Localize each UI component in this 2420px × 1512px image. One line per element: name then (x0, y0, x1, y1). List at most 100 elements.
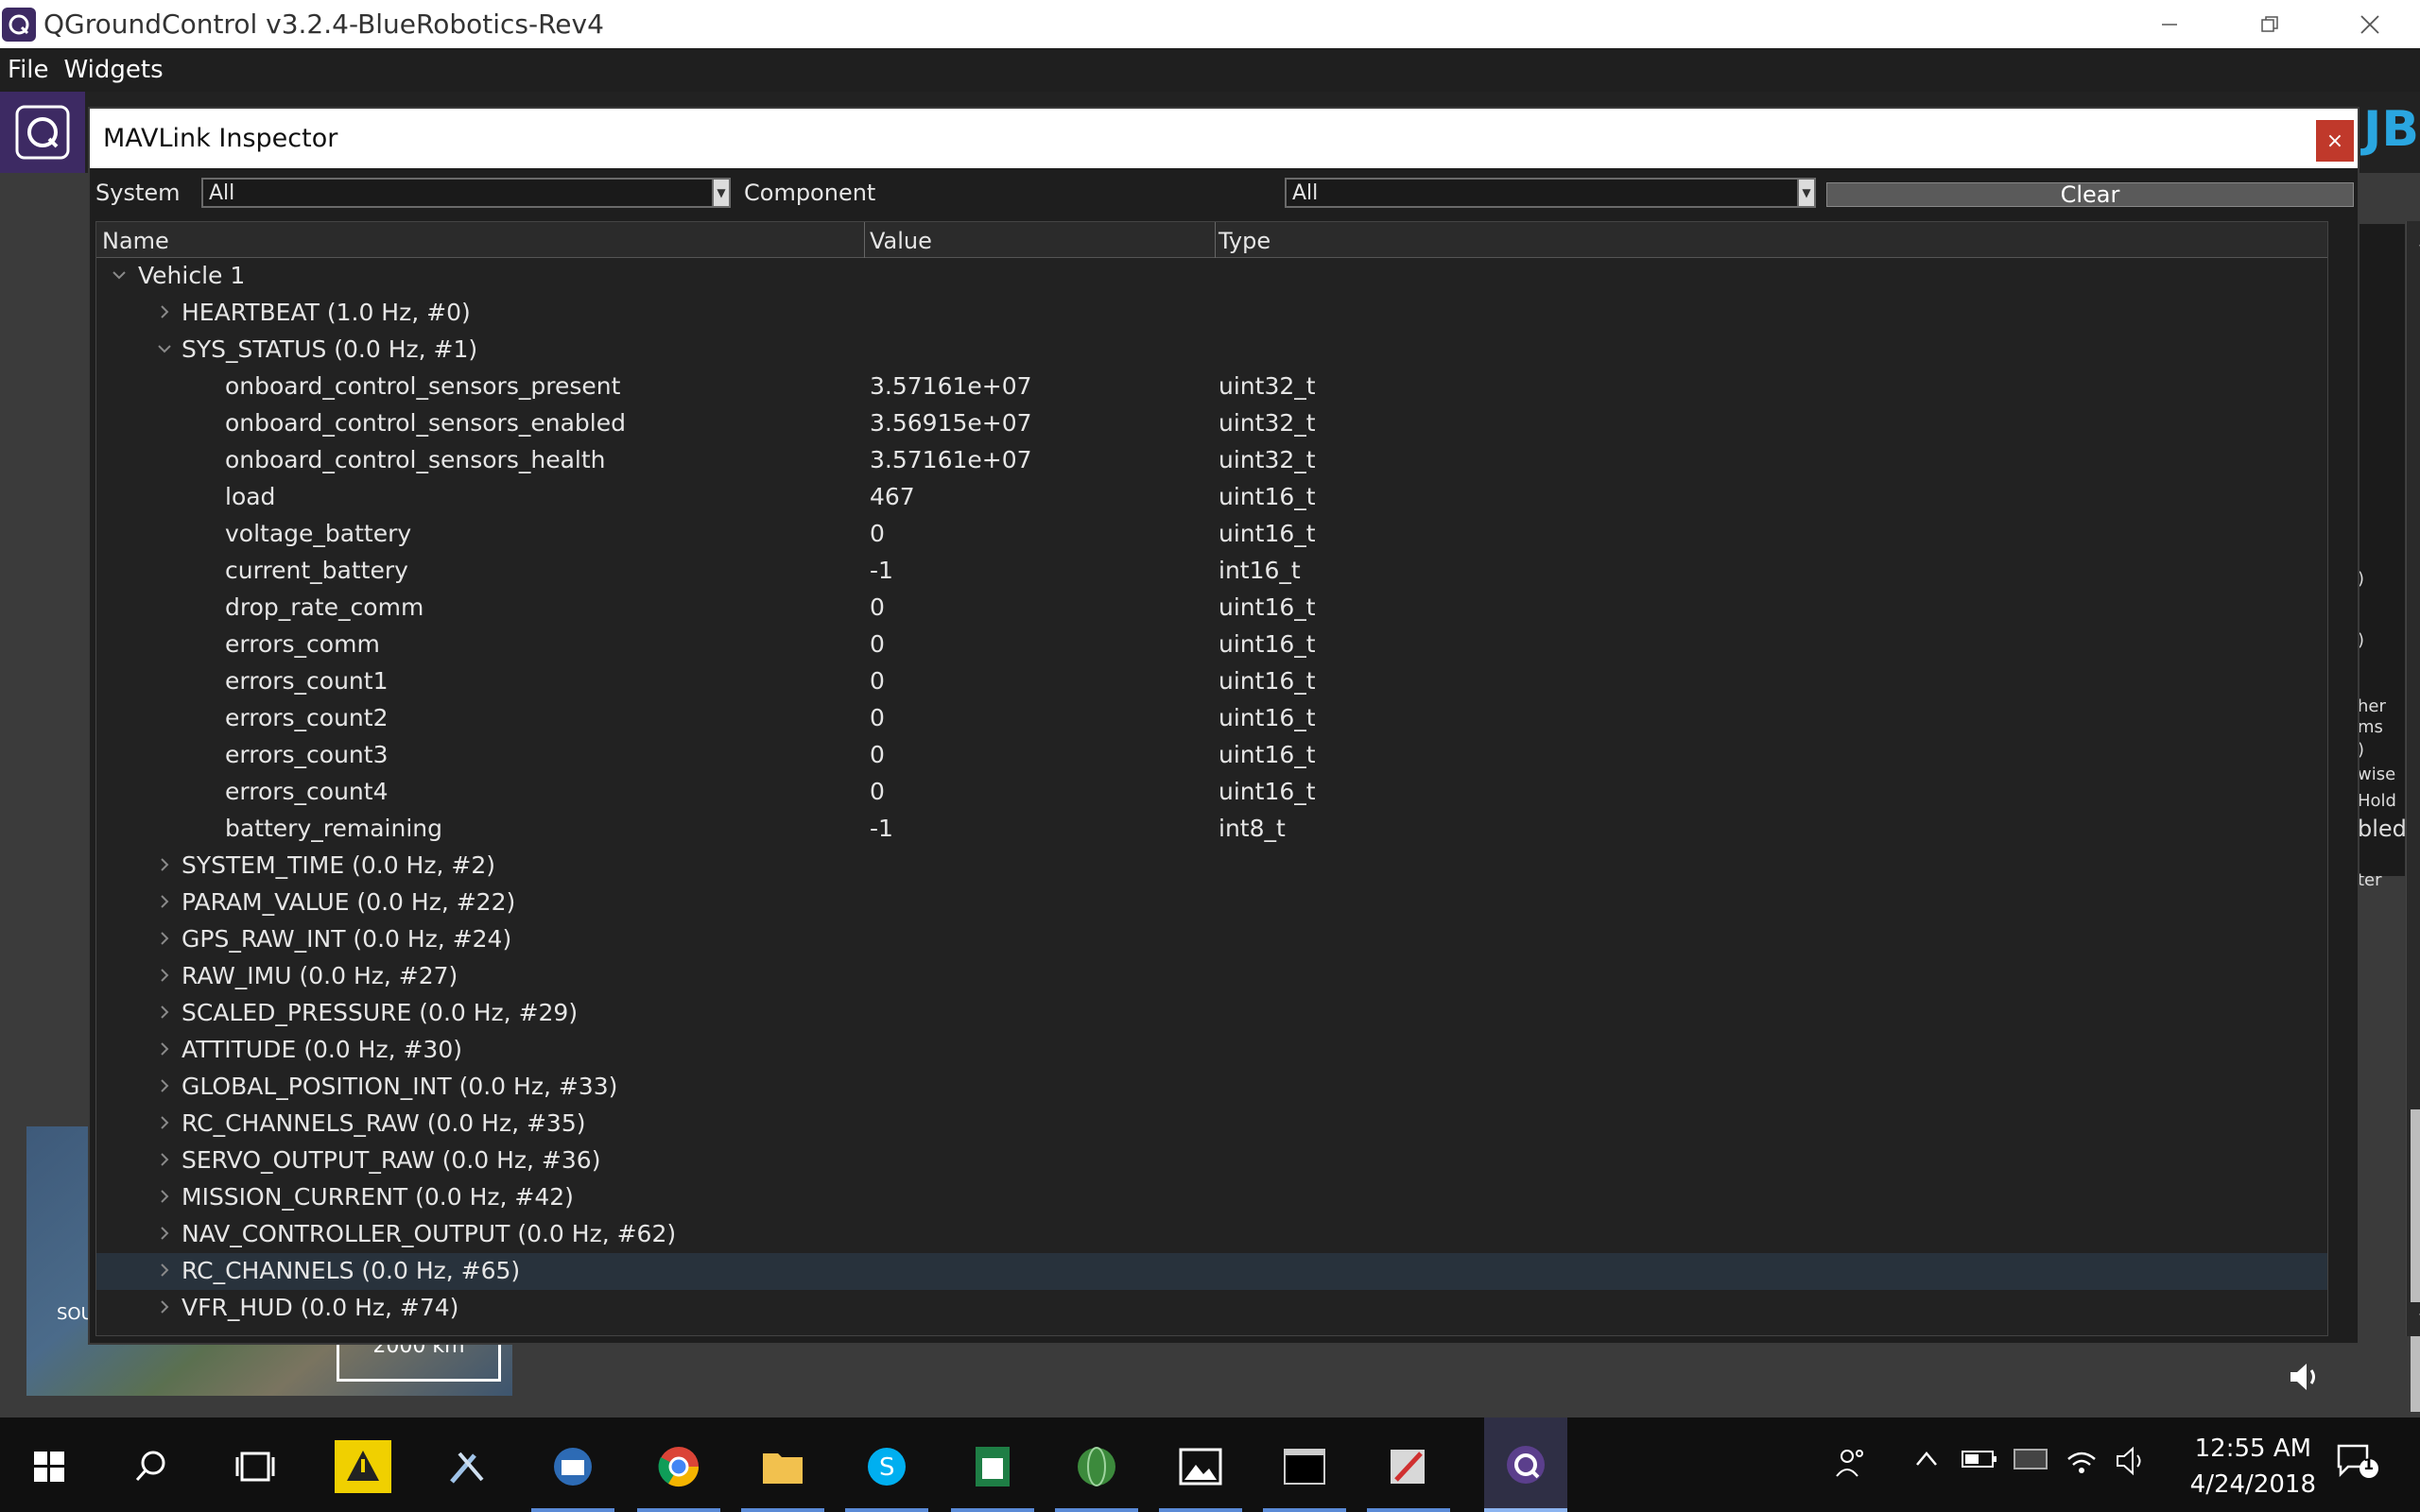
chevron-right-icon[interactable] (153, 1185, 176, 1208)
minimize-button[interactable] (2119, 0, 2220, 48)
tree-row-field[interactable]: errors_count1 0 uint16_t (96, 663, 2327, 700)
tree-node-message[interactable]: SCALED_PRESSURE (0.0 Hz, #29) (96, 995, 2327, 1032)
taskbar-clock[interactable]: 12:55 AM 4/24/2018 (2190, 1431, 2316, 1503)
tree-row-field[interactable]: load 467 uint16_t (96, 479, 2327, 516)
tree-row-field[interactable]: voltage_battery 0 uint16_t (96, 516, 2327, 553)
tree-node-message[interactable]: RAW_IMU (0.0 Hz, #27) (96, 958, 2327, 995)
task-view-button[interactable] (227, 1440, 284, 1493)
taskbar-app-terminal[interactable] (1276, 1440, 1333, 1493)
chevron-right-icon[interactable] (153, 1001, 176, 1023)
menu-widgets[interactable]: Widgets (57, 56, 171, 84)
scrollbar-thumb[interactable] (2411, 1109, 2420, 1412)
chevron-down-icon: ▼ (712, 180, 729, 206)
scroll-up-icon[interactable]: ▲ (2409, 221, 2420, 255)
chevron-right-icon[interactable] (153, 301, 176, 323)
tree-row-field[interactable]: onboard_control_sensors_enabled 3.56915e+… (96, 405, 2327, 442)
taskbar-app-warning[interactable] (335, 1440, 391, 1493)
notification-count: 1 (2363, 1455, 2375, 1473)
search-icon (135, 1451, 165, 1482)
start-button[interactable] (21, 1440, 78, 1493)
taskbar-app-file-explorer[interactable] (754, 1440, 811, 1493)
taskbar-app-photos[interactable] (1172, 1440, 1229, 1493)
qgc-logo-button[interactable] (0, 92, 85, 173)
search-button[interactable] (123, 1440, 180, 1493)
chevron-up-icon[interactable] (1913, 1446, 1940, 1478)
component-select[interactable]: All ▼ (1285, 178, 1816, 208)
action-center-button[interactable]: 1 (2335, 1442, 2380, 1486)
chevron-right-icon[interactable] (153, 927, 176, 950)
tree-node-message[interactable]: RC_CHANNELS (0.0 Hz, #65) (96, 1253, 2327, 1290)
column-header-type[interactable]: Type (1219, 228, 1270, 254)
taskbar-app-chrome[interactable] (650, 1440, 707, 1493)
volume-icon[interactable] (2114, 1446, 2152, 1482)
tree-row-field[interactable]: errors_comm 0 uint16_t (96, 627, 2327, 663)
tree-scrollbar[interactable]: ▲ ▼ (2406, 221, 2420, 1412)
chevron-down-icon[interactable] (108, 264, 130, 286)
tree-row-field[interactable]: errors_count3 0 uint16_t (96, 737, 2327, 774)
taskbar-app-thunderbird[interactable] (544, 1440, 601, 1493)
menubar: File Widgets (0, 48, 2420, 92)
tree-row-field[interactable]: errors_count4 0 uint16_t (96, 774, 2327, 811)
restore-button[interactable] (2220, 0, 2320, 48)
speaker-icon[interactable] (2286, 1358, 2324, 1400)
chevron-down-icon[interactable] (153, 337, 176, 360)
tree-node-message[interactable]: HEARTBEAT (1.0 Hz, #0) (96, 295, 2327, 332)
column-header-name[interactable]: Name (102, 228, 169, 254)
chevron-right-icon[interactable] (153, 1259, 176, 1281)
panel-text: ms (2358, 717, 2383, 737)
tree-node-vehicle[interactable]: Vehicle 1 (96, 258, 2327, 295)
tree-node-message[interactable]: PARAM_VALUE (0.0 Hz, #22) (96, 885, 2327, 921)
tree-node-message[interactable]: VFR_HUD (0.0 Hz, #74) (96, 1290, 2327, 1327)
row-type: uint32_t (1219, 446, 1316, 473)
tree-node-message[interactable]: NAV_CONTROLLER_OUTPUT (0.0 Hz, #62) (96, 1216, 2327, 1253)
taskbar-app-tools[interactable] (439, 1440, 495, 1493)
battery-icon[interactable] (1961, 1446, 1998, 1478)
tree-node-message[interactable]: MISSION_CURRENT (0.0 Hz, #42) (96, 1179, 2327, 1216)
dialog-close-button[interactable]: × (2316, 120, 2354, 162)
chevron-right-icon[interactable] (153, 1038, 176, 1060)
chevron-right-icon[interactable] (153, 1148, 176, 1171)
scroll-down-icon[interactable]: ▼ (2409, 1302, 2420, 1336)
tree-row-field[interactable]: drop_rate_comm 0 uint16_t (96, 590, 2327, 627)
tree-node-message[interactable]: ATTITUDE (0.0 Hz, #30) (96, 1032, 2327, 1069)
tree-node-message[interactable]: GLOBAL_POSITION_INT (0.0 Hz, #33) (96, 1069, 2327, 1106)
people-icon[interactable] (1834, 1446, 1868, 1486)
tree-row-field[interactable]: battery_remaining -1 int8_t (96, 811, 2327, 848)
tree-row-field[interactable]: current_battery -1 int16_t (96, 553, 2327, 590)
tree-node-message[interactable]: RC_CHANNELS_RAW (0.0 Hz, #35) (96, 1106, 2327, 1143)
row-name: PARAM_VALUE (0.0 Hz, #22) (182, 888, 516, 916)
row-value: -1 (870, 815, 893, 842)
tree-row-field[interactable]: onboard_control_sensors_health 3.57161e+0… (96, 442, 2327, 479)
chevron-right-icon[interactable] (153, 1111, 176, 1134)
network-adapter-icon[interactable] (2012, 1446, 2049, 1478)
tree-node-message[interactable]: SYS_STATUS (0.0 Hz, #1) (96, 332, 2327, 369)
message-tree[interactable]: Name Value Type Vehicle 1 HEARTBEAT (1.0 … (95, 221, 2328, 1336)
tree-row-field[interactable]: errors_count2 0 uint16_t (96, 700, 2327, 737)
panel-text: ter (2358, 870, 2382, 890)
tree-node-message[interactable]: SERVO_OUTPUT_RAW (0.0 Hz, #36) (96, 1143, 2327, 1179)
taskbar-app-qgroundcontrol[interactable] (1484, 1418, 1567, 1512)
column-header-value[interactable]: Value (870, 228, 932, 254)
panel-text: her (2358, 696, 2386, 716)
qgroundcontrol-app-icon (2, 7, 36, 42)
qgc-logo-icon (15, 105, 70, 160)
chevron-right-icon[interactable] (153, 890, 176, 913)
close-window-button[interactable] (2320, 0, 2420, 48)
chevron-right-icon[interactable] (153, 1074, 176, 1097)
clear-button[interactable]: Clear (1826, 181, 2354, 208)
taskbar-app-skype[interactable]: S (858, 1440, 915, 1493)
menu-file[interactable]: File (0, 56, 57, 84)
taskbar-app-spreadsheet[interactable] (964, 1440, 1021, 1493)
chevron-right-icon[interactable] (153, 1296, 176, 1318)
chevron-right-icon[interactable] (153, 1222, 176, 1245)
window-titlebar: QGroundControl v3.2.4-BlueRobotics-Rev4 (0, 0, 2420, 48)
taskbar-app-globe[interactable] (1068, 1440, 1125, 1493)
tree-row-field[interactable]: onboard_control_sensors_present 3.57161e+… (96, 369, 2327, 405)
taskbar-app-paint[interactable] (1380, 1440, 1437, 1493)
chevron-right-icon[interactable] (153, 964, 176, 987)
wifi-icon[interactable] (2065, 1446, 2099, 1482)
tree-node-message[interactable]: SYSTEM_TIME (0.0 Hz, #2) (96, 848, 2327, 885)
system-select[interactable]: All ▼ (201, 178, 731, 208)
chevron-right-icon[interactable] (153, 853, 176, 876)
tree-node-message[interactable]: GPS_RAW_INT (0.0 Hz, #24) (96, 921, 2327, 958)
